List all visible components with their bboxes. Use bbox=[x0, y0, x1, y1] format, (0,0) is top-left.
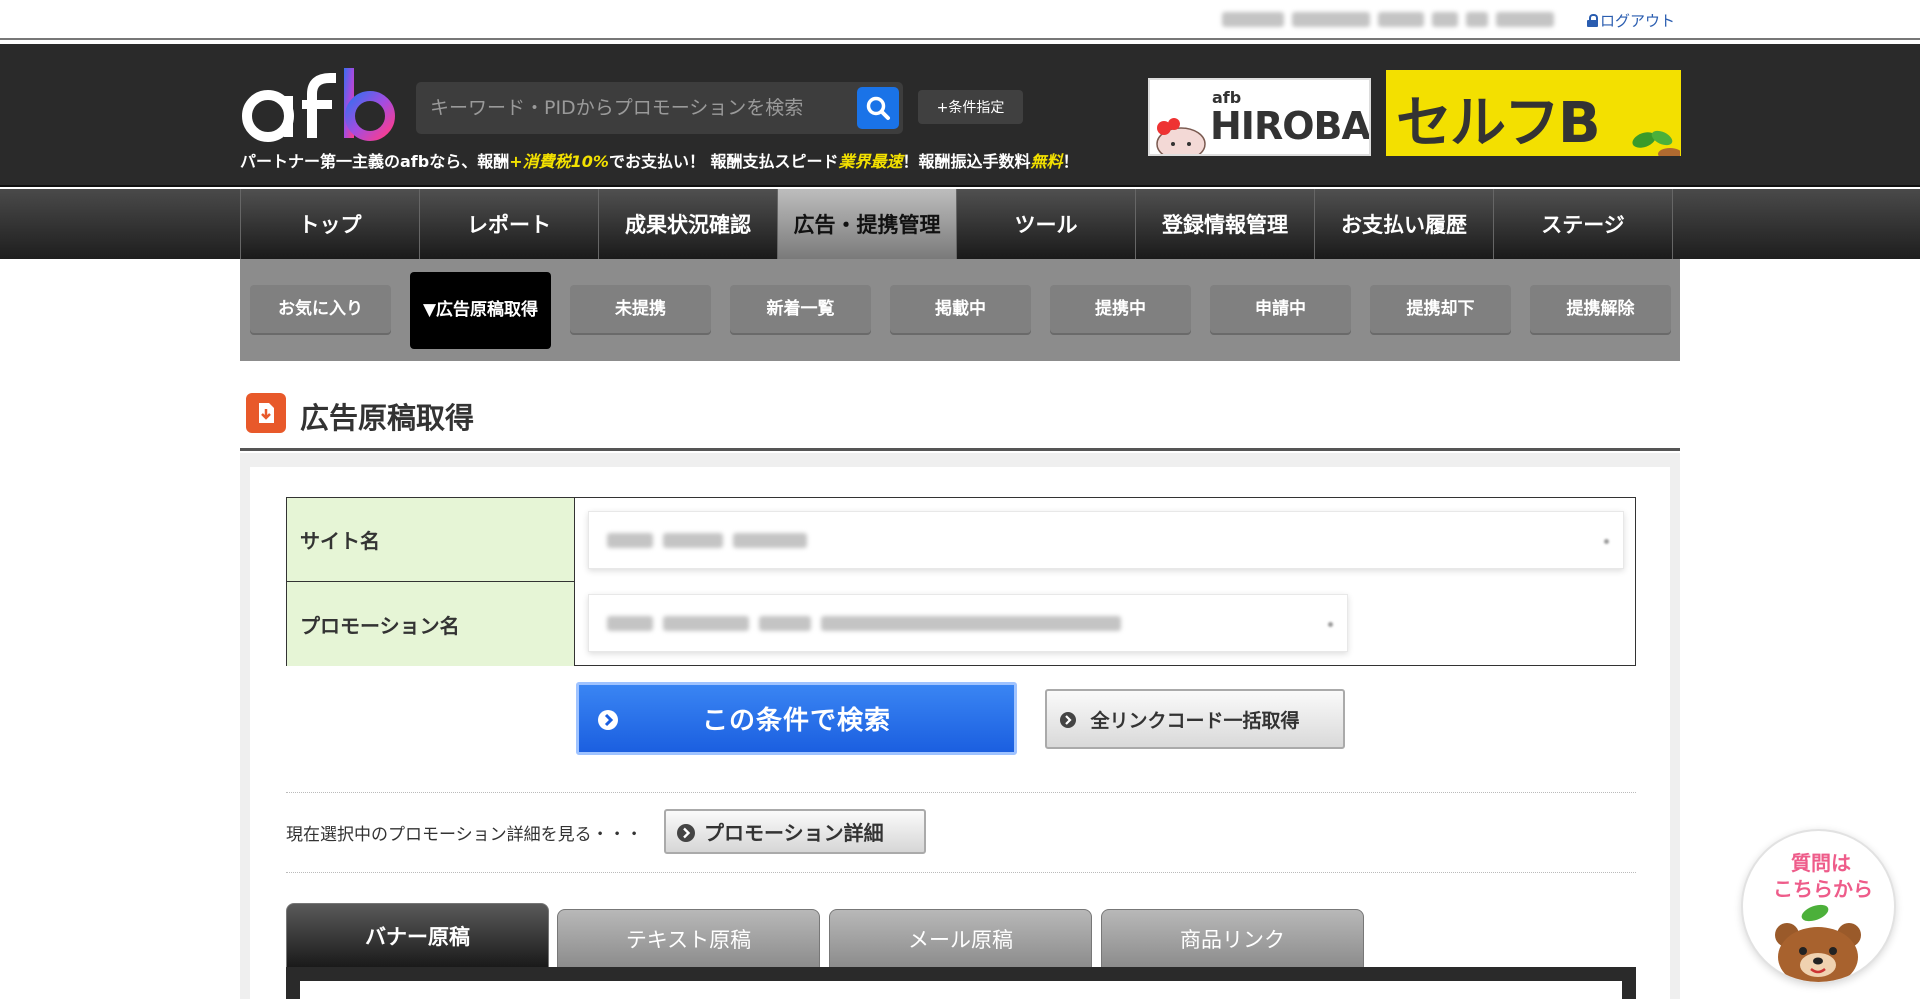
site-name-select[interactable] bbox=[588, 511, 1624, 569]
subnav-ad-material[interactable]: ▼広告原稿取得 bbox=[410, 272, 551, 349]
search-form: サイト名 プロモーション名 bbox=[286, 497, 1636, 666]
nav-stage[interactable]: ステージ bbox=[1494, 189, 1673, 259]
tab-panel bbox=[286, 967, 1636, 999]
help-label-line2: こちらから bbox=[1773, 877, 1873, 901]
hiroba-banner-text: HIROBA bbox=[1210, 104, 1370, 148]
download-doc-icon bbox=[246, 393, 286, 433]
promotion-detail-label: プロモーション詳細 bbox=[704, 821, 884, 845]
search-box bbox=[416, 82, 903, 134]
search-input[interactable] bbox=[416, 82, 852, 134]
bear-mascot-icon bbox=[1775, 904, 1861, 982]
site-name-label: サイト名 bbox=[287, 498, 575, 582]
nav-tools[interactable]: ツール bbox=[957, 189, 1136, 259]
nav-ad-management[interactable]: 広告・提携管理 bbox=[778, 189, 957, 259]
nav-top[interactable]: トップ bbox=[241, 189, 420, 259]
user-bar: ログアウト bbox=[0, 0, 1920, 40]
all-links-label: 全リンクコード一括取得 bbox=[1090, 709, 1300, 732]
promotion-name-select[interactable] bbox=[588, 594, 1348, 652]
subnav-cancelled[interactable]: 提携解除 bbox=[1530, 285, 1671, 335]
arrow-circle-icon bbox=[677, 824, 695, 842]
search-icon bbox=[866, 96, 890, 120]
search-button[interactable] bbox=[857, 87, 899, 129]
promo-detail-prompt: 現在選択中のプロモーション詳細を見る・・・ bbox=[286, 825, 643, 845]
afb-logo[interactable] bbox=[240, 64, 400, 144]
page-title-bar: 広告原稿取得 bbox=[240, 383, 1680, 451]
selfb-banner[interactable]: セルフB bbox=[1386, 70, 1681, 156]
tab-text[interactable]: テキスト原稿 bbox=[557, 909, 820, 967]
search-condition-button[interactable]: この条件で検索 bbox=[576, 682, 1017, 755]
arrow-circle-icon bbox=[598, 710, 618, 730]
tab-product-link[interactable]: 商品リンク bbox=[1101, 909, 1364, 967]
condition-button[interactable]: +条件指定 bbox=[918, 90, 1023, 124]
tagline: パートナー第一主義のafbなら、報酬+消費税10%でお支払い！ 報酬支払スピード… bbox=[240, 152, 1079, 171]
help-chat-button[interactable]: 質問は こちらから bbox=[1741, 829, 1896, 984]
logout-label: ログアウト bbox=[1600, 12, 1676, 30]
bear-mascot-icon bbox=[1156, 118, 1206, 154]
divider bbox=[286, 792, 1636, 793]
subnav-rejected[interactable]: 提携却下 bbox=[1370, 285, 1511, 335]
main-nav: トップ レポート 成果状況確認 広告・提携管理 ツール 登録情報管理 お支払い履… bbox=[0, 189, 1920, 259]
nav-registration[interactable]: 登録情報管理 bbox=[1136, 189, 1315, 259]
help-label-line1: 質問は bbox=[1791, 851, 1851, 875]
promotion-detail-button[interactable]: プロモーション詳細 bbox=[664, 809, 926, 854]
hiroba-banner[interactable]: afb HIROBA bbox=[1148, 78, 1371, 156]
subnav-unaffiliated[interactable]: 未提携 bbox=[570, 285, 711, 335]
search-condition-label: この条件で検索 bbox=[701, 706, 891, 736]
tab-banner[interactable]: バナー原稿 bbox=[286, 903, 549, 967]
site-header: +条件指定 パートナー第一主義のafbなら、報酬+消費税10%でお支払い！ 報酬… bbox=[0, 44, 1920, 187]
selfb-banner-text: セルフB bbox=[1396, 91, 1601, 156]
leaf-icon bbox=[1632, 130, 1680, 156]
subnav-affiliated[interactable]: 提携中 bbox=[1050, 285, 1191, 335]
account-info-blurred bbox=[1222, 12, 1554, 27]
divider bbox=[286, 872, 1636, 873]
subnav-published[interactable]: 掲載中 bbox=[890, 285, 1031, 335]
subnav-favorites[interactable]: お気に入り bbox=[250, 285, 391, 335]
lock-icon bbox=[1587, 14, 1598, 27]
all-links-button[interactable]: 全リンクコード一括取得 bbox=[1045, 689, 1345, 749]
promotion-name-label: プロモーション名 bbox=[287, 582, 575, 666]
tab-mail[interactable]: メール原稿 bbox=[829, 909, 1092, 967]
nav-report[interactable]: レポート bbox=[420, 189, 599, 259]
arrow-circle-icon bbox=[1060, 712, 1076, 728]
nav-results[interactable]: 成果状況確認 bbox=[599, 189, 778, 259]
sub-nav: お気に入り ▼広告原稿取得 未提携 新着一覧 掲載中 提携中 申請中 提携却下 … bbox=[240, 259, 1680, 361]
nav-payment-history[interactable]: お支払い履歴 bbox=[1315, 189, 1494, 259]
page-title: 広告原稿取得 bbox=[300, 401, 475, 435]
logout-link[interactable]: ログアウト bbox=[1587, 10, 1675, 31]
subnav-new-list[interactable]: 新着一覧 bbox=[730, 285, 871, 335]
subnav-applying[interactable]: 申請中 bbox=[1210, 285, 1351, 335]
page: ログアウト キーワード・PIDからプロモーションを検索 +条件指定 パートナー第… bbox=[0, 0, 1920, 999]
